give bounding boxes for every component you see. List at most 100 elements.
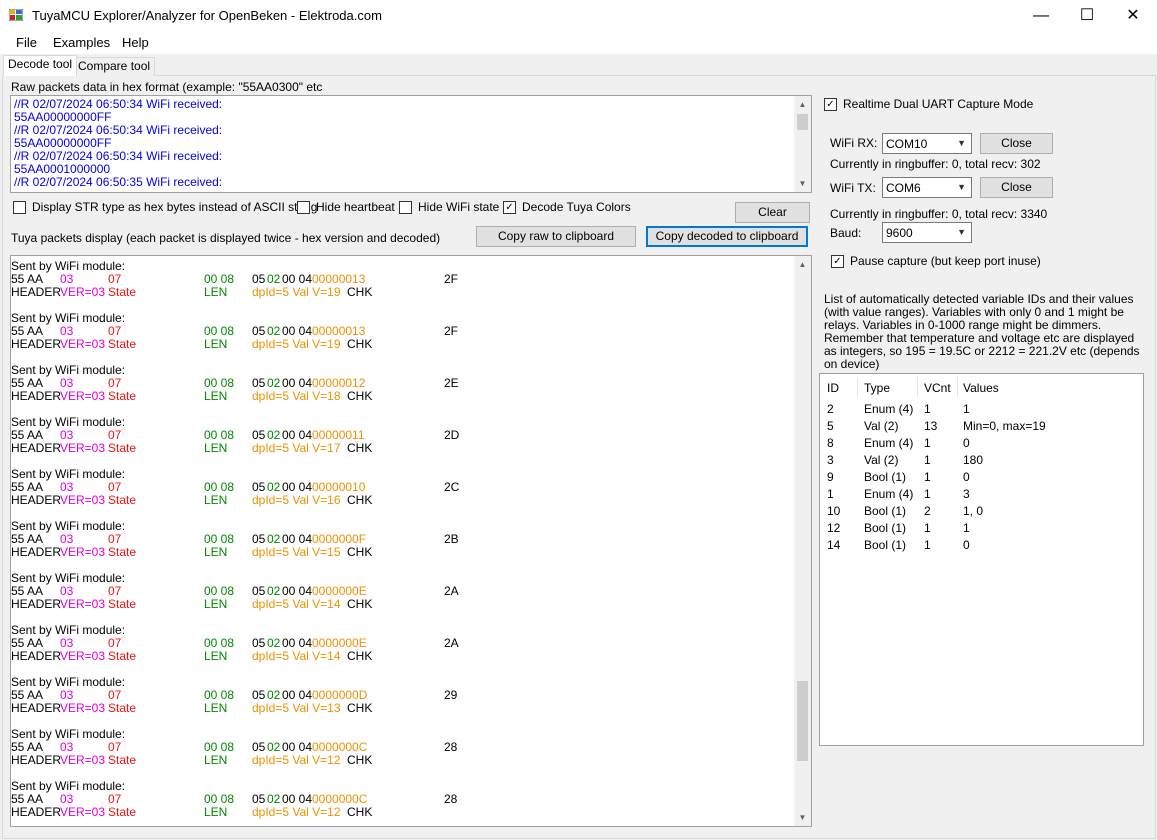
variables-listview[interactable]: ID Type VCnt Values 2 Enum (4) 1 1 5 Val (2) 1… [819,373,1144,746]
var-cell: 2 [924,504,931,518]
packet-sent-label: Sent by WiFi module: [11,363,126,377]
packet-chk-label: CHK [347,389,373,403]
var-cell: Val (2) [864,453,899,467]
packets-display[interactable]: Sent by WiFi module: 55 AA 03 07 00 08 05 02 00… [10,255,812,827]
packet-value-hex: 0000000E [312,584,367,598]
tx-close-button[interactable]: Close [980,177,1053,198]
packet-ver-label: VER=03 [60,649,106,663]
var-cell: Val (2) [864,419,899,433]
pause-checkbox[interactable]: ✓ [831,255,844,268]
var-cell: 1 [924,453,931,467]
scroll-up-icon[interactable]: ▲ [794,256,811,273]
chevron-down-icon: ▼ [957,227,966,237]
maximize-button[interactable]: ☐ [1064,0,1110,31]
packet-ver-hex: 03 [60,792,74,806]
packet-hdr-label: HEADER [11,493,62,507]
col-separator [957,377,958,397]
str-hex-checkbox[interactable] [13,201,26,214]
tx-label: WiFi TX: [830,181,876,195]
tab-compare-tool[interactable]: Compare tool [73,57,156,76]
hide-wifi-label: Hide WiFi state [418,200,500,214]
packet-sent-label: Sent by WiFi module: [11,259,126,273]
packet-hdr-hex: 55 AA [11,480,44,494]
raw-scrollbar[interactable]: ▲ ▼ [794,96,811,192]
col-vcnt[interactable]: VCnt [924,381,951,395]
col-id[interactable]: ID [827,381,839,395]
var-cell: 9 [827,470,834,484]
copy-decoded-button[interactable]: Copy decoded to clipboard [646,226,808,247]
minimize-button[interactable]: — [1018,0,1064,31]
packet-dp-len: 00 04 [282,792,313,806]
scroll-up-icon[interactable]: ▲ [794,96,811,113]
rx-label: WiFi RX: [830,136,878,150]
packet-state-hex: 07 [108,584,122,598]
raw-line: 55AA0001000000 [14,162,111,176]
baud-select[interactable]: 9600 ▼ [882,222,972,243]
packet-hdr-hex: 55 AA [11,740,44,754]
packet-dp-prefix: 05 [252,740,266,754]
menu-examples[interactable]: Examples [53,35,110,50]
packet-chk-hex: 2A [444,584,459,598]
var-cell: Bool (1) [864,504,907,518]
rx-port-select[interactable]: COM10 ▼ [882,133,972,154]
packet-ver-label: VER=03 [60,285,106,299]
col-type[interactable]: Type [864,381,890,395]
close-window-button[interactable]: ✕ [1110,0,1156,31]
hide-wifi-checkbox[interactable] [399,201,412,214]
tx-port-select[interactable]: COM6 ▼ [882,177,972,198]
var-cell: 1 [963,402,970,416]
packet-dp-type: 02 [267,584,281,598]
clear-button[interactable]: Clear [735,202,810,223]
raw-packets-textbox[interactable]: //R 02/07/2024 06:50:34 WiFi received: 5… [10,95,812,193]
var-cell: 0 [963,538,970,552]
packet-dp-len: 00 04 [282,376,313,390]
packet-dp-type: 02 [267,480,281,494]
raw-label: Raw packets data in hex format (example:… [11,80,323,94]
packet-dp-len: 00 04 [282,636,313,650]
scroll-down-icon[interactable]: ▼ [794,175,811,192]
packet-ver-hex: 03 [60,532,74,546]
packet-dp-len: 00 04 [282,480,313,494]
decode-colors-checkbox[interactable]: ✓ [503,201,516,214]
packet-hdr-label: HEADER [11,441,62,455]
col-values[interactable]: Values [963,381,999,395]
baud-value: 9600 [886,226,913,240]
menu-help[interactable]: Help [122,35,149,50]
str-hex-label: Display STR type as hex bytes instead of… [32,200,318,214]
packets-scrollbar[interactable]: ▲ ▼ [794,256,811,826]
packet-chk-label: CHK [347,701,373,715]
scroll-thumb[interactable] [797,681,808,761]
var-cell: 1 [924,470,931,484]
packet-len-label: LEN [204,389,228,403]
packet-len-label: LEN [204,545,228,559]
var-cell: 8 [827,436,834,450]
packet-chk-hex: 2A [444,636,459,650]
tab-decode-tool[interactable]: Decode tool [3,55,78,76]
packet-hdr-label: HEADER [11,753,62,767]
scroll-down-icon[interactable]: ▼ [794,809,811,826]
app-icon [9,9,23,21]
var-cell: Enum (4) [864,436,914,450]
packet-hdr-label: HEADER [11,701,62,715]
pause-label: Pause capture (but keep port inuse) [850,254,1041,268]
rx-close-button[interactable]: Close [980,133,1053,154]
scroll-thumb[interactable] [797,114,808,130]
packet-len-label: LEN [204,597,228,611]
packet-chk-hex: 2D [444,428,460,442]
packet-len-hex: 00 08 [204,480,235,494]
hide-heartbeat-checkbox[interactable] [297,201,310,214]
menu-file[interactable]: File [16,35,37,50]
packet-dp-prefix: 05 [252,584,266,598]
copy-raw-button[interactable]: Copy raw to clipboard [476,226,636,247]
packet-len-hex: 00 08 [204,636,235,650]
var-cell: Enum (4) [864,487,914,501]
realtime-checkbox[interactable]: ✓ [824,98,837,111]
packet-len-hex: 00 08 [204,376,235,390]
packet-len-label: LEN [204,701,228,715]
tx-port-value: COM6 [886,181,921,195]
var-cell: 1 [924,521,931,535]
packet-len-label: LEN [204,753,228,767]
packet-sent-label: Sent by WiFi module: [11,623,126,637]
chevron-down-icon: ▼ [957,182,966,192]
var-cell: 3 [963,487,970,501]
